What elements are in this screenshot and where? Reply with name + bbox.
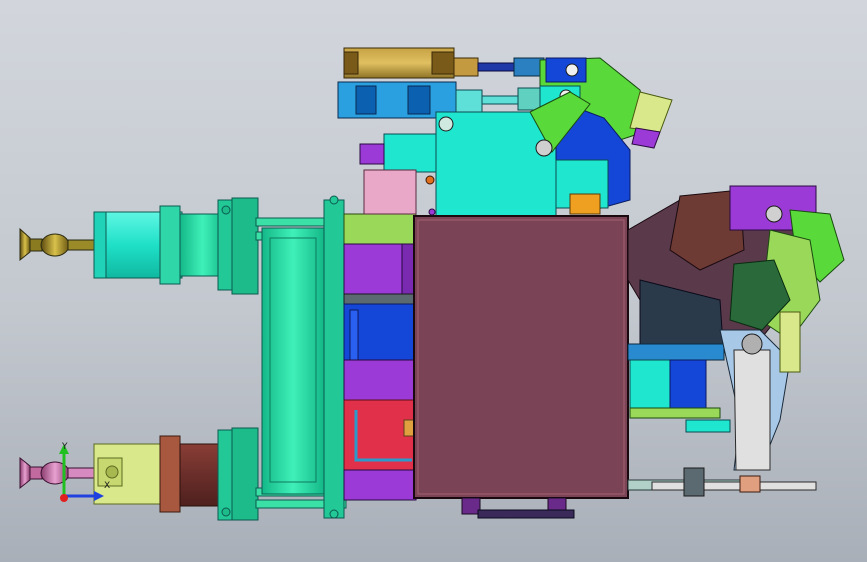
bottom-right-rod[interactable] (627, 467, 817, 497)
cad-viewport[interactable]: Y X (0, 0, 867, 562)
center-block-column[interactable] (343, 213, 417, 501)
x-axis-arrow (94, 491, 104, 501)
body-bottom-bolts (461, 497, 575, 519)
fixture-assembly-model[interactable] (0, 0, 867, 562)
coordinate-triad: Y X (59, 442, 110, 502)
origin-marker (60, 494, 68, 502)
guide-frame[interactable] (255, 199, 347, 519)
x-axis-label: X (104, 481, 110, 491)
y-axis-label: Y (61, 442, 68, 452)
guide-plate (261, 227, 325, 495)
main-body-block[interactable] (413, 215, 629, 499)
top-cylinder-brass[interactable] (343, 47, 545, 79)
right-fixture-area[interactable] (627, 185, 845, 471)
